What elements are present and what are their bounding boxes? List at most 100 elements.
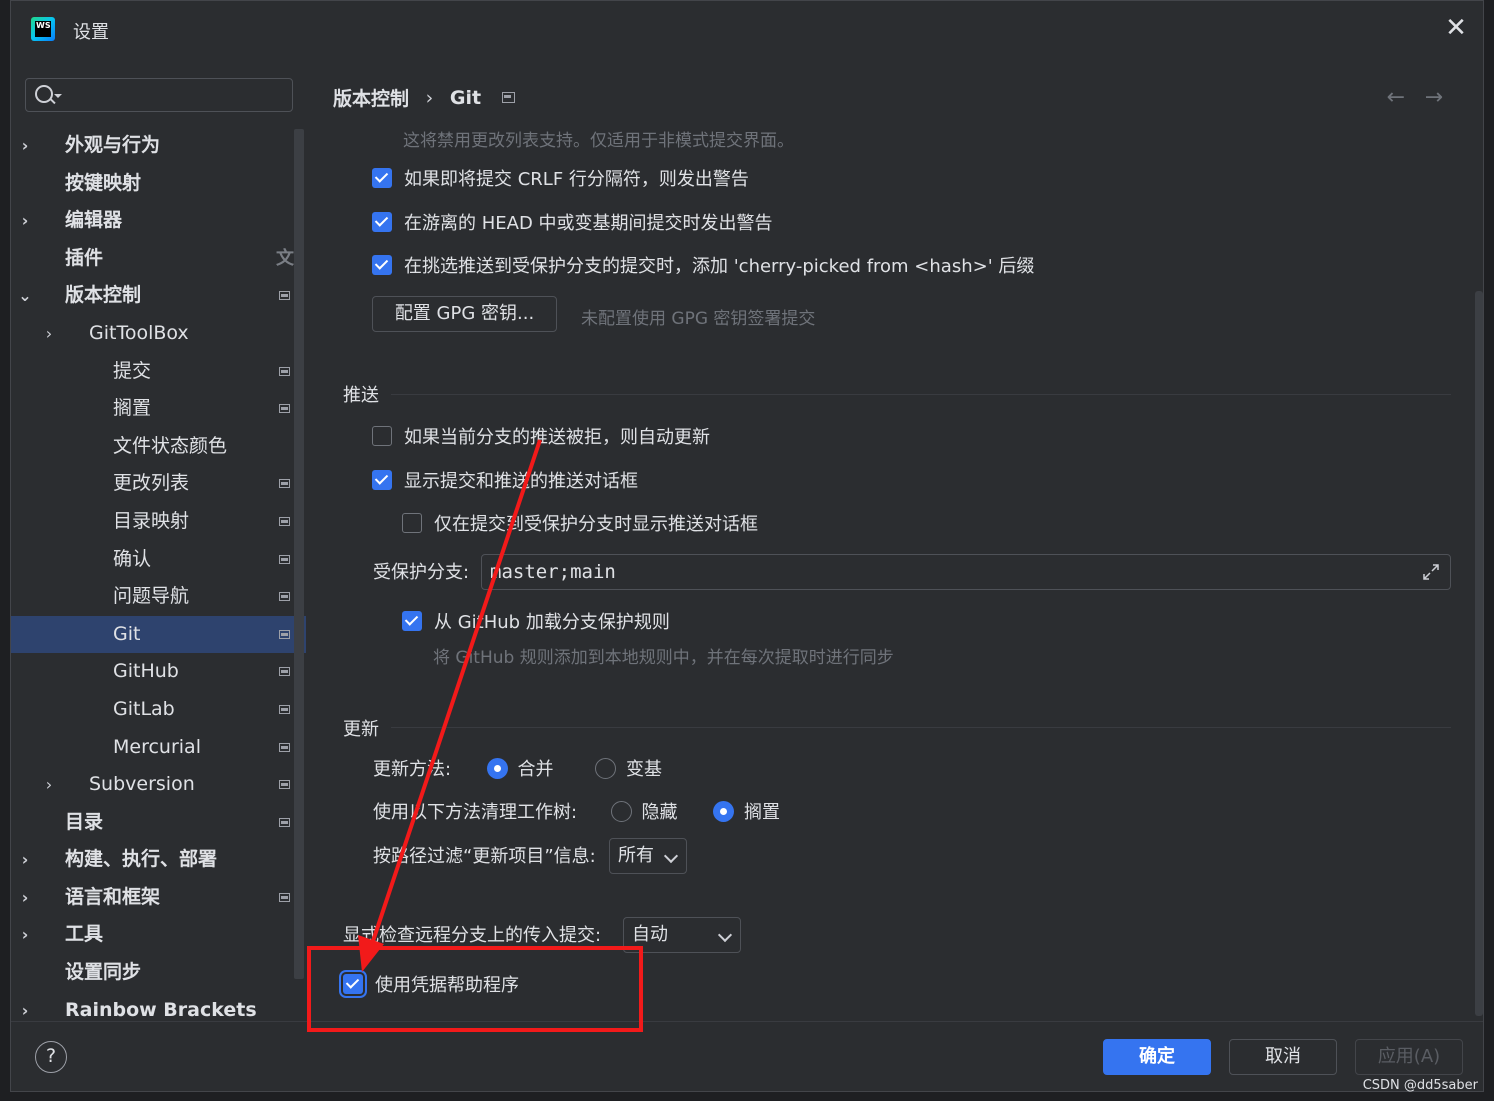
cherry-pick-checkbox[interactable] bbox=[372, 255, 392, 275]
warn-crlf-option[interactable]: 如果即将提交 CRLF 行分隔符，则发出警告 bbox=[372, 167, 749, 193]
sidebar-item[interactable]: › 编辑器 bbox=[11, 202, 294, 240]
sidebar-item[interactable]: › 外观与行为 bbox=[11, 127, 294, 165]
chevron-right-icon[interactable]: › bbox=[17, 916, 33, 954]
sidebar-item[interactable]: 更改列表 bbox=[11, 465, 294, 503]
warn-crlf-label: 如果即将提交 CRLF 行分隔符，则发出警告 bbox=[404, 169, 749, 190]
settings-tree: › 外观与行为 按键映射 › 编辑器 插件 文 ⌄ 版本控制 › GitToolBox 提交 搁置 文件状… bbox=[11, 127, 306, 1029]
cherry-pick-option[interactable]: 在挑选推送到受保护分支的提交时，添加 'cherry-picked from <… bbox=[372, 254, 1034, 280]
load-github-rules-checkbox[interactable] bbox=[402, 611, 422, 631]
update-rebase-label[interactable]: 变基 bbox=[626, 759, 662, 780]
window-title: 设置 bbox=[73, 22, 109, 43]
search-options-icon[interactable] bbox=[54, 94, 62, 98]
sidebar-item[interactable]: 确认 bbox=[11, 541, 294, 579]
only-protected-option[interactable]: 仅在提交到受保护分支时显示推送对话框 bbox=[402, 512, 758, 538]
clean-tree-label: 使用以下方法清理工作树: bbox=[373, 802, 578, 823]
close-icon[interactable]: ✕ bbox=[1443, 15, 1469, 41]
sidebar-item[interactable]: 提交 bbox=[11, 353, 294, 391]
only-protected-checkbox[interactable] bbox=[402, 513, 422, 533]
breadcrumb-parent[interactable]: 版本控制 bbox=[333, 84, 409, 111]
breadcrumb-separator: › bbox=[425, 86, 434, 109]
sidebar-item[interactable]: 文件状态颜色 bbox=[11, 428, 294, 466]
sidebar-item[interactable]: › Subversion bbox=[11, 766, 294, 804]
project-settings-icon bbox=[279, 479, 290, 489]
sidebar-item-label: Mercurial bbox=[113, 735, 201, 758]
chevron-right-icon[interactable]: › bbox=[17, 841, 33, 879]
sidebar-item-label: 外观与行为 bbox=[65, 134, 161, 156]
chevron-right-icon[interactable]: › bbox=[17, 127, 33, 165]
incoming-commits-value: 自动 bbox=[632, 924, 668, 945]
chevron-right-icon[interactable]: › bbox=[41, 315, 57, 353]
project-settings-icon bbox=[279, 629, 290, 639]
auto-update-option[interactable]: 如果当前分支的推送被拒，则自动更新 bbox=[372, 425, 710, 451]
sidebar-item[interactable]: 设置同步 bbox=[11, 954, 294, 992]
watermark: CSDN @dd5saber bbox=[1362, 1078, 1478, 1093]
apply-button[interactable]: 应用(A) bbox=[1355, 1039, 1463, 1075]
push-section-title: 推送 bbox=[343, 385, 379, 406]
sidebar-item[interactable]: › 构建、执行、部署 bbox=[11, 841, 294, 879]
project-settings-icon bbox=[279, 817, 290, 827]
chevron-right-icon[interactable]: › bbox=[17, 202, 33, 240]
sidebar-item[interactable]: 问题导航 bbox=[11, 578, 294, 616]
sidebar-item[interactable]: 搁置 bbox=[11, 390, 294, 428]
sidebar-item[interactable]: › GitToolBox bbox=[11, 315, 294, 353]
sidebar-item[interactable]: ⌄ 版本控制 bbox=[11, 277, 294, 315]
update-section-title: 更新 bbox=[343, 719, 379, 740]
clean-stash-label[interactable]: 隐藏 bbox=[642, 802, 678, 823]
cancel-button[interactable]: 取消 bbox=[1229, 1039, 1337, 1075]
sidebar-item[interactable]: 目录 bbox=[11, 804, 294, 842]
sidebar-item-label: 设置同步 bbox=[65, 961, 142, 984]
sidebar-item-label: GitToolBox bbox=[89, 321, 189, 344]
sidebar-item-label: GitHub bbox=[113, 660, 179, 683]
update-rebase-radio[interactable] bbox=[595, 757, 617, 779]
annotation-highlight-box bbox=[307, 946, 643, 1032]
update-section-divider bbox=[391, 727, 1451, 728]
chevron-down-icon[interactable]: ⌄ bbox=[17, 277, 33, 315]
ok-button[interactable]: 确定 bbox=[1103, 1039, 1211, 1075]
show-push-dialog-option[interactable]: 显示提交和推送的推送对话框 bbox=[372, 469, 638, 495]
sidebar-item[interactable]: 按键映射 bbox=[11, 165, 294, 203]
sidebar-item[interactable]: Git bbox=[11, 615, 306, 654]
project-settings-icon bbox=[279, 404, 290, 414]
chevron-right-icon[interactable]: › bbox=[41, 766, 57, 804]
protected-branches-input[interactable]: master;main bbox=[481, 554, 1451, 590]
warn-detached-checkbox[interactable] bbox=[372, 212, 392, 232]
sidebar-scrollbar[interactable] bbox=[294, 129, 304, 979]
sidebar-item-label: 按键映射 bbox=[65, 171, 142, 194]
sidebar-item[interactable]: › 工具 bbox=[11, 916, 294, 954]
protected-branches-value: master;main bbox=[490, 561, 616, 583]
clean-stash-radio[interactable] bbox=[610, 800, 632, 822]
show-push-dialog-checkbox[interactable] bbox=[372, 470, 392, 490]
auto-update-checkbox[interactable] bbox=[372, 426, 392, 446]
chevron-right-icon[interactable]: › bbox=[17, 879, 33, 917]
warn-crlf-checkbox[interactable] bbox=[372, 168, 392, 188]
configure-gpg-button[interactable]: 配置 GPG 密钥... bbox=[372, 296, 557, 332]
forward-arrow-icon[interactable]: → bbox=[1425, 85, 1443, 110]
warn-detached-option[interactable]: 在游离的 HEAD 中或变基期间提交时发出警告 bbox=[372, 211, 773, 237]
protected-branches-label: 受保护分支: bbox=[373, 562, 470, 583]
sidebar-item[interactable]: 插件 文 bbox=[11, 240, 294, 278]
project-settings-icon bbox=[279, 366, 290, 376]
sidebar-item[interactable]: GitLab bbox=[11, 691, 294, 729]
sidebar-item-label: 目录映射 bbox=[113, 509, 190, 532]
sidebar-item[interactable]: Mercurial bbox=[11, 729, 294, 767]
project-settings-icon bbox=[279, 742, 290, 752]
sidebar-item[interactable]: GitHub bbox=[11, 653, 294, 691]
update-method-row: 更新方法: 合并 变基 bbox=[373, 757, 662, 783]
sidebar-item-label: 工具 bbox=[65, 923, 104, 946]
content-scrollbar[interactable] bbox=[1475, 291, 1483, 1016]
sidebar-item-label: 构建、执行、部署 bbox=[65, 848, 218, 871]
back-arrow-icon[interactable]: ← bbox=[1387, 85, 1405, 110]
clean-shelve-radio[interactable] bbox=[713, 800, 735, 822]
only-protected-label: 仅在提交到受保护分支时显示推送对话框 bbox=[434, 514, 758, 535]
help-button[interactable]: ? bbox=[35, 1041, 67, 1073]
filter-dropdown[interactable]: 所有 bbox=[609, 838, 687, 874]
update-merge-label[interactable]: 合并 bbox=[518, 759, 554, 780]
project-settings-icon bbox=[279, 704, 290, 714]
sidebar-item[interactable]: 目录映射 bbox=[11, 503, 294, 541]
clean-shelve-label[interactable]: 搁置 bbox=[744, 802, 780, 823]
update-merge-radio[interactable] bbox=[486, 757, 508, 779]
search-input[interactable] bbox=[25, 78, 293, 112]
load-github-rules-option[interactable]: 从 GitHub 加载分支保护规则 bbox=[402, 610, 670, 636]
expand-icon[interactable] bbox=[1422, 563, 1440, 581]
sidebar-item[interactable]: › 语言和框架 bbox=[11, 879, 294, 917]
